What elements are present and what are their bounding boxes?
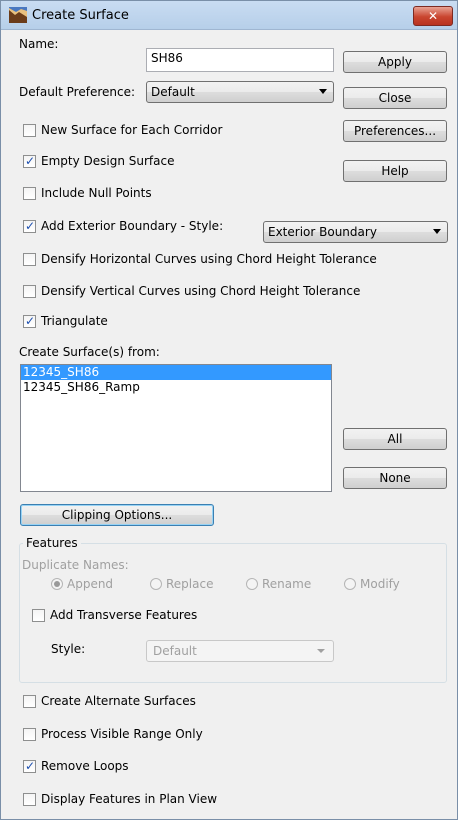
radio-label: Replace bbox=[166, 577, 214, 591]
help-button[interactable]: Help bbox=[343, 160, 447, 182]
duplicate-names-label: Duplicate Names: bbox=[22, 558, 129, 572]
chevron-down-icon bbox=[317, 649, 325, 653]
option-label: Remove Loops bbox=[41, 759, 129, 773]
clipping-options-button[interactable]: Clipping Options... bbox=[20, 504, 214, 526]
radio-label: Rename bbox=[262, 577, 312, 591]
select-none-button[interactable]: None bbox=[343, 467, 447, 489]
checkbox-box bbox=[23, 793, 36, 806]
checkmark-icon: ✓ bbox=[25, 314, 36, 328]
exterior-boundary-style-dropdown[interactable]: Exterior Boundary bbox=[263, 221, 448, 243]
chevron-down-icon bbox=[433, 229, 441, 234]
checkbox-box bbox=[23, 253, 36, 266]
checkbox-box: ✓ bbox=[23, 154, 36, 168]
checkbox-box bbox=[23, 187, 36, 200]
checkmark-icon: ✓ bbox=[25, 759, 36, 773]
name-label: Name: bbox=[19, 37, 59, 51]
option-label: Process Visible Range Only bbox=[41, 727, 203, 741]
checkmark-icon: ✓ bbox=[25, 154, 36, 168]
option-label: Include Null Points bbox=[41, 186, 152, 200]
radio-circle bbox=[51, 578, 63, 590]
exterior-boundary-style-value: Exterior Boundary bbox=[268, 225, 377, 239]
option-label: Densify Horizontal Curves using Chord He… bbox=[41, 252, 377, 266]
window-close-button[interactable]: ✕ bbox=[413, 6, 453, 26]
surfaces-from-label: Create Surface(s) from: bbox=[19, 345, 160, 359]
checkbox-box bbox=[32, 609, 45, 622]
preferences-button[interactable]: Preferences... bbox=[343, 120, 447, 142]
list-item[interactable]: 12345_SH86_Ramp bbox=[21, 380, 331, 395]
create-surface-dialog: Create Surface ✕ Name: SH86 Default Pref… bbox=[0, 0, 458, 820]
checkbox-box: ✓ bbox=[23, 219, 36, 233]
checkbox-box bbox=[23, 285, 36, 298]
apply-button[interactable]: Apply bbox=[343, 51, 447, 73]
checkmark-icon: ✓ bbox=[25, 219, 36, 233]
default-preference-dropdown[interactable]: Default bbox=[146, 81, 334, 103]
list-item[interactable]: 12345_SH86 bbox=[21, 365, 331, 380]
name-input[interactable]: SH86 bbox=[146, 48, 334, 72]
radio-label: Append bbox=[67, 577, 114, 591]
surfaces-listbox[interactable]: 12345_SH86 12345_SH86_Ramp bbox=[20, 364, 332, 492]
checkbox-box bbox=[23, 728, 36, 741]
radio-circle bbox=[246, 578, 258, 590]
option-label: Triangulate bbox=[41, 314, 108, 328]
title-bar: Create Surface ✕ bbox=[1, 1, 457, 30]
features-legend: Features bbox=[23, 536, 81, 550]
option-label: Empty Design Surface bbox=[41, 154, 175, 168]
option-label: New Surface for Each Corridor bbox=[41, 123, 223, 137]
surface-app-icon bbox=[9, 7, 27, 23]
radio-circle bbox=[150, 578, 162, 590]
name-value: SH86 bbox=[151, 51, 183, 65]
chevron-down-icon bbox=[319, 89, 327, 94]
option-label: Add Exterior Boundary - Style: bbox=[41, 219, 224, 233]
option-label: Display Features in Plan View bbox=[41, 792, 218, 806]
option-label: Add Transverse Features bbox=[50, 608, 198, 622]
default-preference-value: Default bbox=[151, 85, 195, 99]
window-title: Create Surface bbox=[32, 8, 129, 23]
radio-dot bbox=[54, 581, 60, 587]
checkbox-box: ✓ bbox=[23, 314, 36, 328]
default-preference-label: Default Preference: bbox=[19, 85, 136, 99]
close-icon: ✕ bbox=[427, 9, 439, 23]
checkbox-box bbox=[23, 124, 36, 137]
radio-circle bbox=[344, 578, 356, 590]
style-label: Style: bbox=[51, 642, 86, 656]
checkbox-box: ✓ bbox=[23, 759, 36, 773]
option-label: Densify Vertical Curves using Chord Heig… bbox=[41, 284, 361, 298]
close-button[interactable]: Close bbox=[343, 87, 447, 109]
select-all-button[interactable]: All bbox=[343, 428, 447, 450]
option-label: Create Alternate Surfaces bbox=[41, 694, 196, 708]
checkbox-box bbox=[23, 695, 36, 708]
feature-style-dropdown[interactable]: Default bbox=[146, 640, 334, 662]
feature-style-value: Default bbox=[153, 644, 197, 658]
radio-label: Modify bbox=[360, 577, 400, 591]
